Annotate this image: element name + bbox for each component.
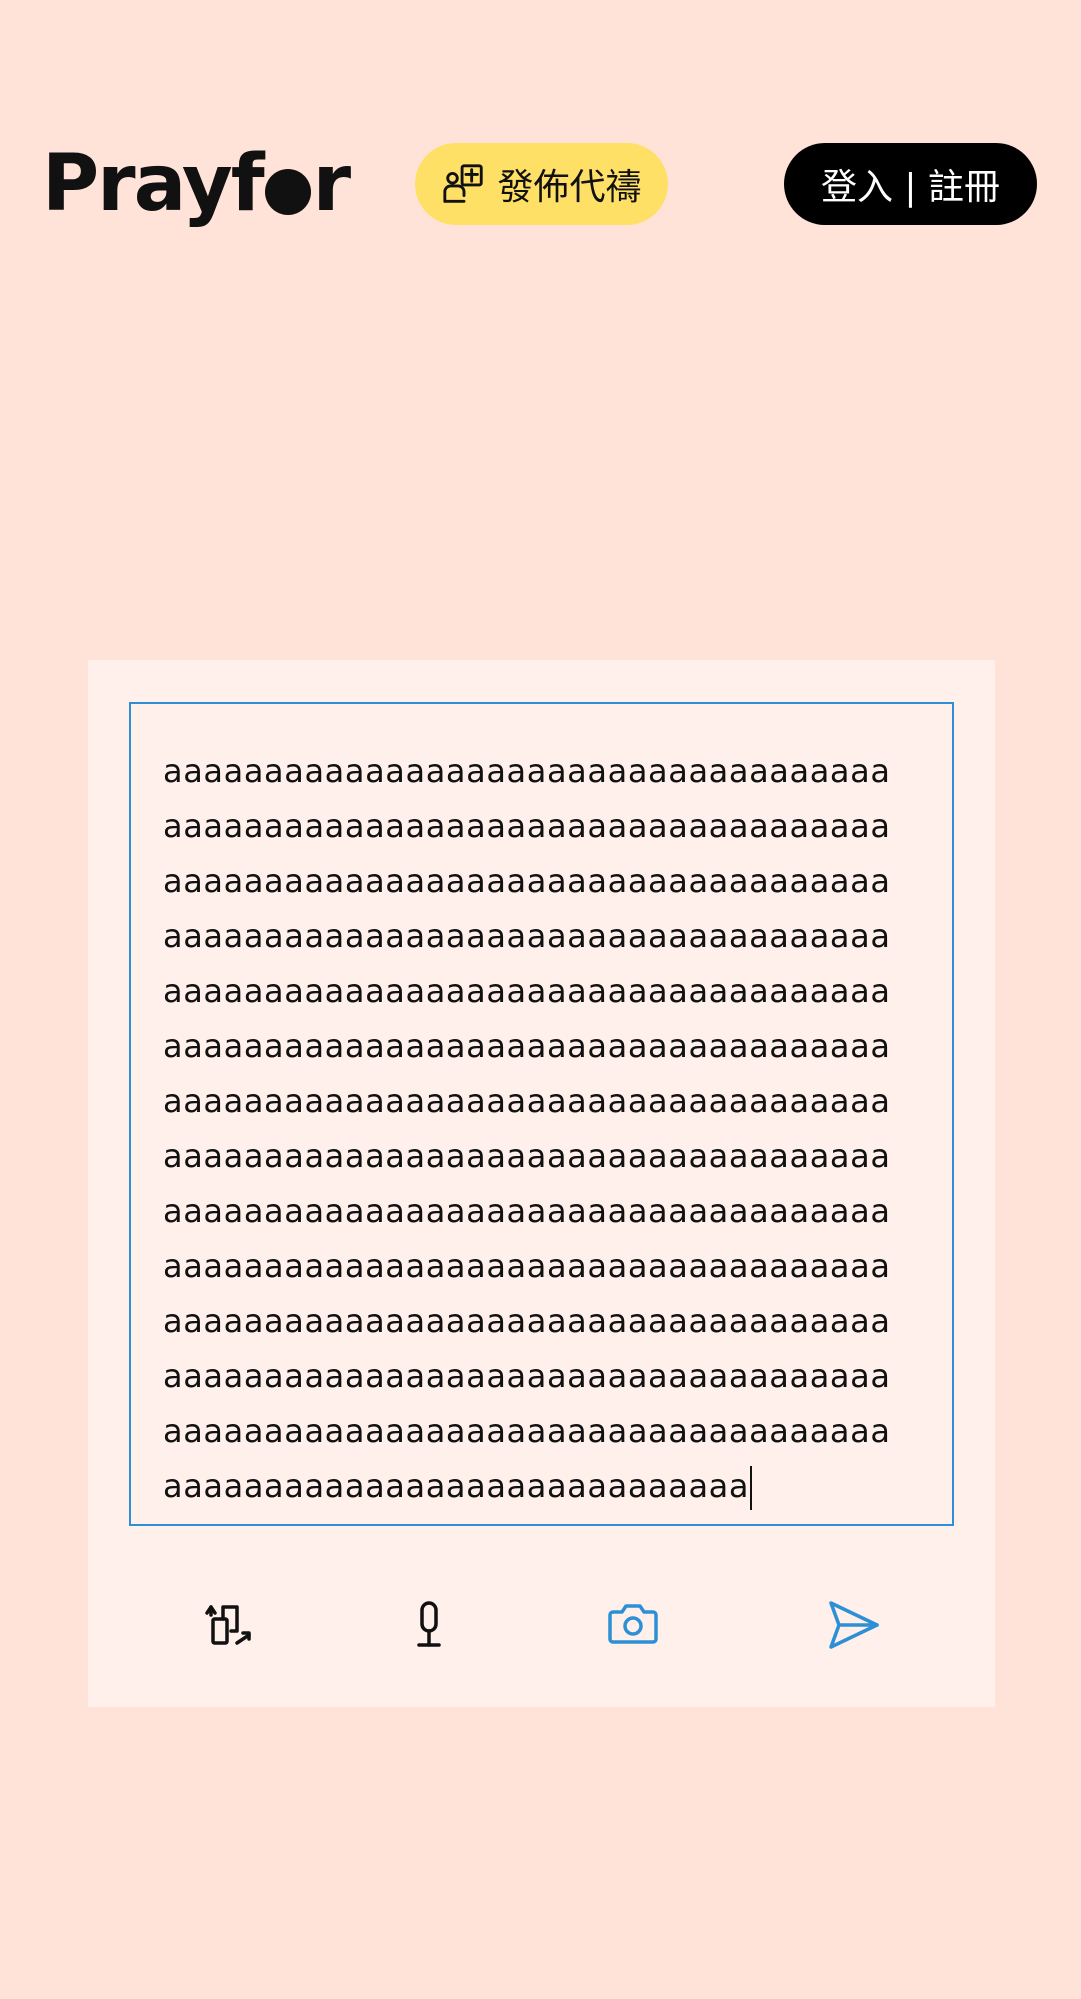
login-register-button[interactable]: 登入 | 註冊	[784, 143, 1037, 225]
logo-dot-icon	[264, 169, 311, 215]
editor-line: aaaaaaaaaaaaaaaaaaaaaaaaaaaaaaaaaaaa	[163, 917, 891, 955]
editor-line: aaaaaaaaaaaaaaaaaaaaaaaaaaaaa	[163, 1467, 750, 1505]
microphone-button[interactable]	[394, 1590, 464, 1660]
editor-line: aaaaaaaaaaaaaaaaaaaaaaaaaaaaaaaaaaaa	[163, 1027, 891, 1065]
page: Pray f r 發佈代禱 登入 | 註冊 aaaaaaaaaaaaaaaaaaaa…	[0, 0, 1081, 1999]
post-prayer-button[interactable]: 發佈代禱	[415, 143, 668, 225]
editor-line: aaaaaaaaaaaaaaaaaaaaaaaaaaaaaaaaaaaa	[163, 752, 891, 790]
login-register-label: 登入 | 註冊	[820, 167, 1001, 208]
editor-line: aaaaaaaaaaaaaaaaaaaaaaaaaaaaaaaaaaaa	[163, 1192, 891, 1230]
editor-line: aaaaaaaaaaaaaaaaaaaaaaaaaaaaaaaaaaaa	[163, 972, 891, 1010]
editor-line: aaaaaaaaaaaaaaaaaaaaaaaaaaaaaaaaaaaa	[163, 1082, 891, 1120]
camera-button[interactable]	[598, 1590, 668, 1660]
switch-device-button[interactable]	[194, 1590, 264, 1660]
editor-line: aaaaaaaaaaaaaaaaaaaaaaaaaaaaaaaaaaaa	[163, 807, 891, 845]
logo-text-r: r	[312, 139, 351, 229]
prayer-compose-card: aaaaaaaaaaaaaaaaaaaaaaaaaaaaaaaaaaaa aaa…	[88, 660, 995, 1707]
editor-line: aaaaaaaaaaaaaaaaaaaaaaaaaaaaaaaaaaaa	[163, 862, 891, 900]
switch-device-icon	[205, 1605, 251, 1645]
prayfor-logo[interactable]: Pray f r	[42, 138, 351, 230]
prayer-text-input[interactable]: aaaaaaaaaaaaaaaaaaaaaaaaaaaaaaaaaaaa aaa…	[129, 702, 954, 1526]
compose-toolbar	[88, 1590, 995, 1670]
microphone-icon	[417, 1601, 441, 1647]
send-icon	[829, 1601, 879, 1649]
editor-line: aaaaaaaaaaaaaaaaaaaaaaaaaaaaaaaaaaaa	[163, 1302, 891, 1340]
editor-last-line: aaaaaaaaaaaaaaaaaaaaaaaaaaaaa	[163, 1459, 922, 1514]
text-caret	[750, 1466, 753, 1510]
post-prayer-label: 發佈代禱	[497, 167, 642, 208]
prayer-post-icon	[443, 164, 484, 203]
send-button[interactable]	[818, 1590, 888, 1660]
editor-line: aaaaaaaaaaaaaaaaaaaaaaaaaaaaaaaaaaaa	[163, 1247, 891, 1285]
editor-line: aaaaaaaaaaaaaaaaaaaaaaaaaaaaaaaaaaaa	[163, 1137, 891, 1175]
logo-text-f: f	[230, 139, 265, 229]
editor-line: aaaaaaaaaaaaaaaaaaaaaaaaaaaaaaaaaaaa	[163, 1357, 891, 1395]
logo-text-pray: Pray	[42, 139, 233, 229]
camera-icon	[608, 1604, 658, 1644]
editor-line: aaaaaaaaaaaaaaaaaaaaaaaaaaaaaaaaaaaa	[163, 1412, 891, 1450]
